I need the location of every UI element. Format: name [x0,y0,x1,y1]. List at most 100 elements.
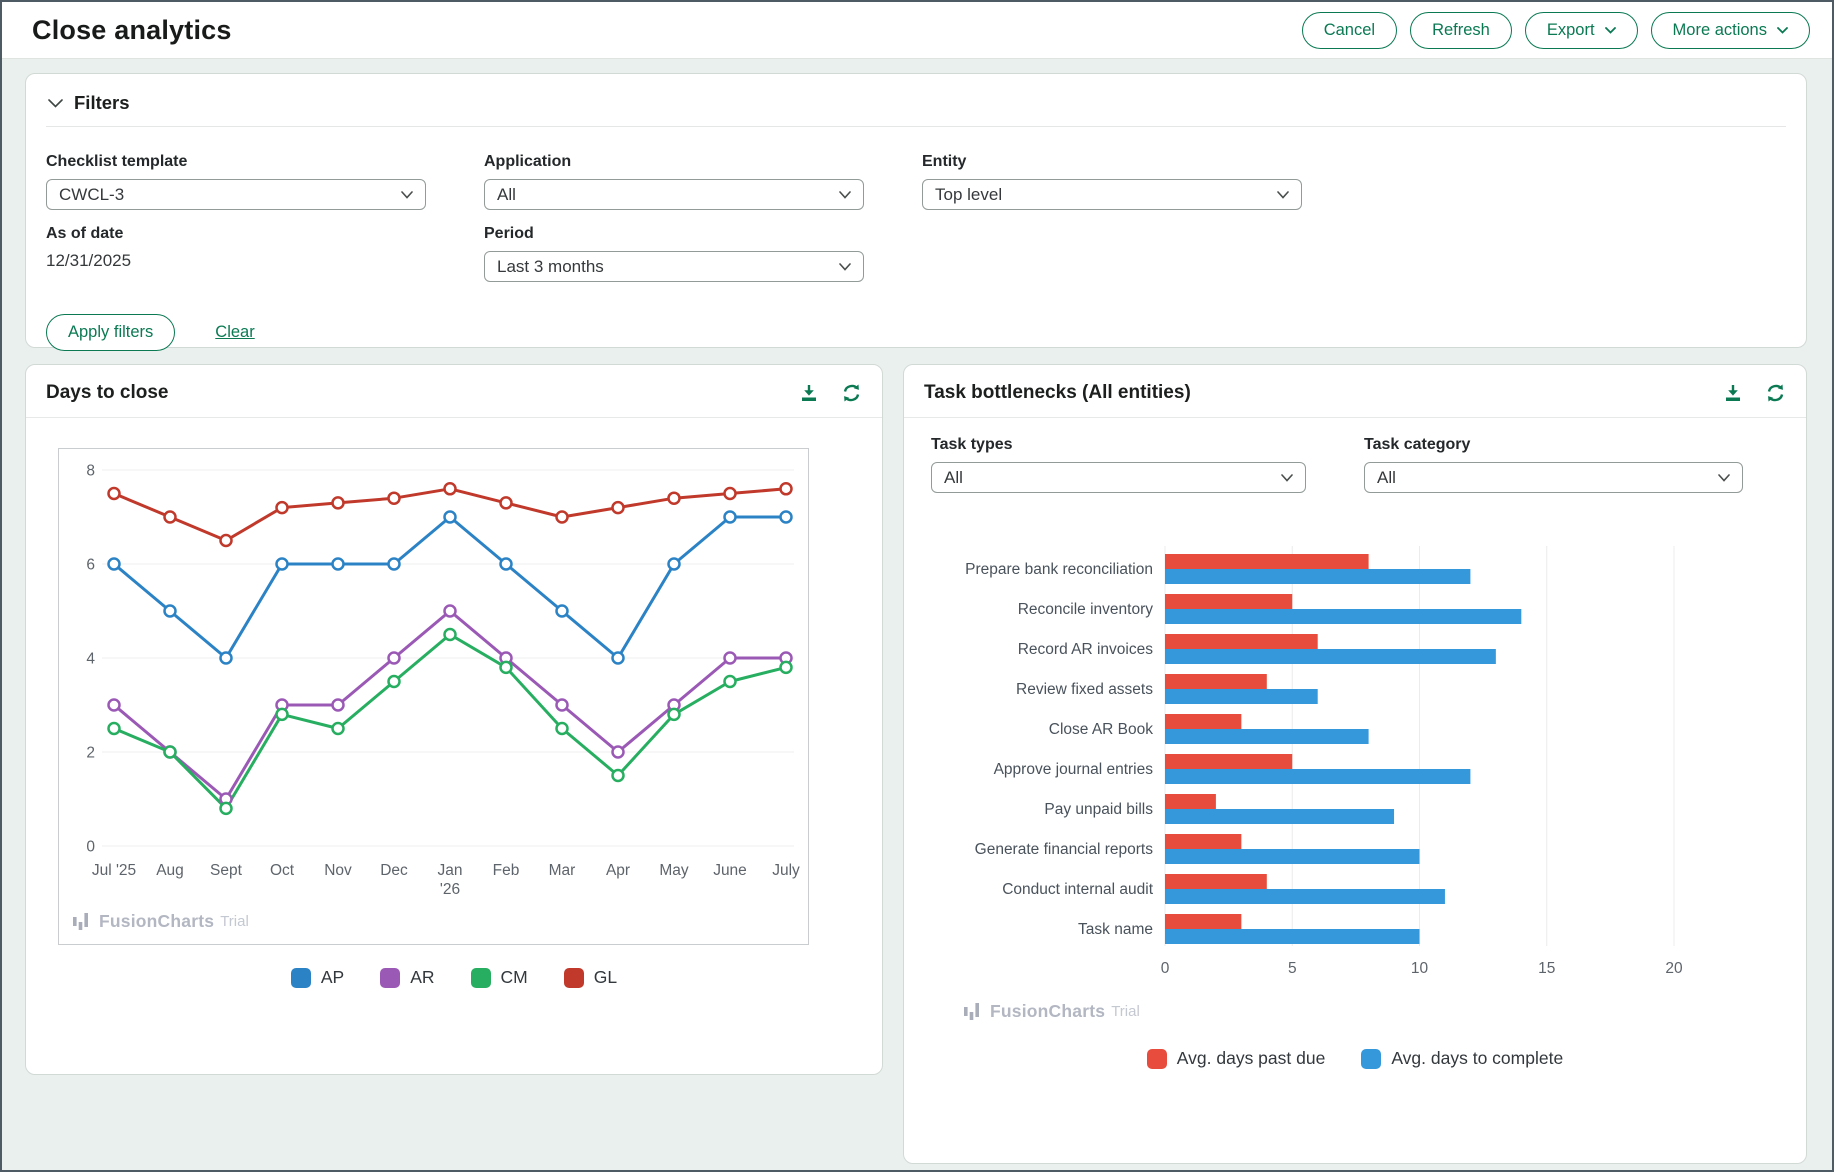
legend-item-gl[interactable]: GL [564,967,617,988]
checklist-template-select[interactable]: CWCL-3 [46,179,426,210]
entity-select[interactable]: Top level [922,179,1302,210]
refresh-button-label: Refresh [1432,21,1490,40]
chevron-down-icon [1277,191,1289,199]
period-select[interactable]: Last 3 months [484,251,864,282]
days-to-close-chart: 02468Jul '25AugSeptOctNovDecJan'26FebMar… [58,448,809,945]
checklist-template-field: Checklist template CWCL-3 [46,153,426,210]
checklist-template-value: CWCL-3 [59,185,124,205]
entity-label: Entity [922,153,1302,171]
close-analytics-page: Close analytics Cancel Refresh Export Mo… [0,0,1834,1172]
legend-swatch [471,968,491,988]
refresh-button[interactable]: Refresh [1410,12,1512,49]
apply-filters-label: Apply filters [68,323,153,342]
export-button[interactable]: Export [1525,12,1638,49]
application-select[interactable]: All [484,179,864,210]
task-bottlenecks-legend: Avg. days past due Avg. days to complete [904,1048,1806,1069]
svg-text:Aug: Aug [156,862,184,879]
fusioncharts-watermark: FusionCharts Trial [964,1001,1806,1022]
entity-field: Entity Top level [922,153,1302,210]
period-field: Period Last 3 months [484,225,864,282]
task-category-select[interactable]: All [1364,462,1743,493]
application-label: Application [484,153,864,171]
legend-swatch [1361,1049,1381,1069]
more-actions-button[interactable]: More actions [1651,12,1810,49]
refresh-icon [1765,383,1786,403]
watermark-brand: FusionCharts [990,1001,1105,1022]
export-button-label: Export [1547,21,1595,40]
legend-item-cm[interactable]: CM [471,967,528,988]
svg-text:Apr: Apr [606,862,630,879]
svg-text:Jan: Jan [438,862,463,879]
chevron-down-icon [1605,27,1616,34]
refresh-chart-button[interactable] [841,383,862,403]
legend-label: GL [594,967,617,988]
chevron-down-icon [48,99,63,108]
svg-text:8: 8 [86,463,95,480]
cancel-button[interactable]: Cancel [1302,12,1397,49]
svg-text:Reconcile inventory: Reconcile inventory [1018,601,1154,618]
svg-text:Oct: Oct [270,862,295,879]
task-types-label: Task types [931,436,1306,454]
chevron-down-icon [1777,27,1788,34]
fusioncharts-logo-icon [73,913,90,930]
days-to-close-card: Days to close 02468Jul '25AugSeptOctNovD… [25,364,883,1075]
page-header: Close analytics Cancel Refresh Export Mo… [2,2,1832,59]
fusioncharts-watermark: FusionCharts Trial [73,911,249,932]
legend-label: Avg. days past due [1177,1048,1326,1069]
legend-label: AR [410,967,434,988]
task-types-select[interactable]: All [931,462,1306,493]
svg-text:May: May [659,862,689,879]
page-title: Close analytics [32,15,232,46]
chevron-down-icon [839,191,851,199]
clear-filters-link[interactable]: Clear [215,323,254,342]
svg-text:15: 15 [1538,960,1555,977]
svg-text:June: June [713,862,747,879]
svg-text:4: 4 [86,651,95,668]
watermark-trial: Trial [1111,1003,1140,1020]
svg-text:Conduct internal audit: Conduct internal audit [1002,881,1153,898]
download-chart-button[interactable] [1723,383,1743,403]
svg-text:Task name: Task name [1078,921,1153,938]
svg-text:Prepare bank reconciliation: Prepare bank reconciliation [965,561,1153,578]
svg-text:20: 20 [1665,960,1683,977]
svg-text:Close AR Book: Close AR Book [1049,721,1153,738]
svg-text:Record AR invoices: Record AR invoices [1018,641,1154,658]
legend-swatch [564,968,584,988]
svg-text:Mar: Mar [549,862,576,879]
cancel-button-label: Cancel [1324,21,1375,40]
legend-item-avg-days-past-due[interactable]: Avg. days past due [1147,1048,1326,1069]
days-to-close-legend: AP AR CM GL [26,967,882,988]
refresh-chart-button[interactable] [1765,383,1786,403]
legend-item-avg-days-to-complete[interactable]: Avg. days to complete [1361,1048,1563,1069]
apply-filters-button[interactable]: Apply filters [46,314,175,351]
filters-actions: Apply filters Clear [46,314,1786,351]
watermark-trial: Trial [220,913,249,930]
svg-text:July: July [772,862,800,879]
legend-swatch [380,968,400,988]
legend-swatch [1147,1049,1167,1069]
svg-text:0: 0 [86,839,95,856]
refresh-icon [841,383,862,403]
filters-title: Filters [74,92,130,114]
legend-label: Avg. days to complete [1391,1048,1563,1069]
legend-label: AP [321,967,344,988]
task-category-label: Task category [1364,436,1743,454]
download-chart-button[interactable] [799,383,819,403]
download-icon [1723,383,1743,403]
legend-swatch [291,968,311,988]
page-content: Filters Checklist template CWCL-3 Applic… [2,59,1832,1164]
legend-item-ar[interactable]: AR [380,967,434,988]
watermark-brand: FusionCharts [99,911,214,932]
task-bottlenecks-title: Task bottlenecks (All entities) [924,382,1191,404]
task-types-value: All [944,468,963,488]
svg-text:6: 6 [86,557,95,574]
as-of-date-label: As of date [46,225,426,243]
period-label: Period [484,225,864,243]
chevron-down-icon [1281,474,1293,482]
svg-text:Nov: Nov [324,862,352,879]
legend-item-ap[interactable]: AP [291,967,344,988]
legend-label: CM [501,967,528,988]
task-bottlenecks-card: Task bottlenecks (All entities) Task typ… [903,364,1807,1164]
filters-header[interactable]: Filters [46,90,1786,127]
header-actions: Cancel Refresh Export More actions [1302,12,1810,49]
